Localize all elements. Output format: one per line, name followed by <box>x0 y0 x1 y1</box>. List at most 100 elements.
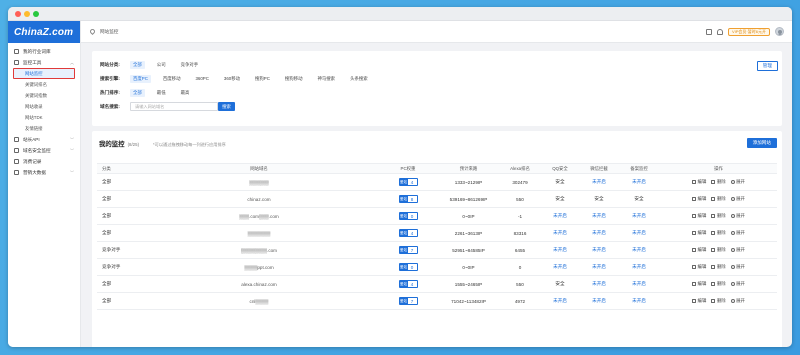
close-window-button[interactable] <box>15 11 21 17</box>
cell-domain[interactable]: alexa.chinaz.com <box>139 282 379 287</box>
filter-option[interactable]: 最低 <box>154 89 169 97</box>
filter-option[interactable]: 公司 <box>154 61 169 69</box>
delete-button[interactable]: 删除 <box>711 264 726 270</box>
avatar[interactable] <box>775 27 784 36</box>
filter-option[interactable]: 搜狗PC <box>252 75 273 83</box>
sidebar-item-industry-lexicon[interactable]: 我的行业词库 <box>8 46 80 57</box>
sidebar-item-api[interactable]: 站长API ﹀ <box>8 134 80 145</box>
filter-option[interactable]: 360移动 <box>221 75 243 83</box>
cell-qq-security[interactable]: 未开启 <box>540 247 580 253</box>
sidebar-subitem-site-index[interactable]: 网站收录 <box>8 101 80 112</box>
cell-wechat-block[interactable]: 未开启 <box>580 281 618 287</box>
filter-option[interactable]: 最高 <box>178 89 193 97</box>
pc-weight-badge[interactable]: 爱站 4 <box>398 229 418 237</box>
filter-option[interactable]: 头条搜索 <box>347 75 371 83</box>
sidebar-subitem-keyword-rank[interactable]: 关键词排名 <box>8 79 80 90</box>
pc-weight-badge[interactable]: 爱站 0 <box>398 263 418 271</box>
cell-domain[interactable]: ▒▒▒.com▒▒▒.com <box>139 214 379 219</box>
delete-button[interactable]: 删除 <box>711 247 726 253</box>
cell-beian-monitor[interactable]: 未开启 <box>618 281 660 287</box>
domain-search-input[interactable]: 请输入网站域名 <box>130 102 218 111</box>
sidebar-item-domain-security[interactable]: 域名安全监控 ﹀ <box>8 145 80 156</box>
delete-button[interactable]: 删除 <box>711 281 726 287</box>
filter-option[interactable]: 竞争对手 <box>178 61 202 69</box>
filter-option[interactable]: 搜狗移动 <box>282 75 306 83</box>
minimize-window-button[interactable] <box>24 11 30 17</box>
edit-button[interactable]: 编辑 <box>692 264 706 270</box>
logo[interactable]: ChinaZ.com <box>8 21 80 43</box>
edit-button[interactable]: 编辑 <box>692 196 706 202</box>
cell-qq-security[interactable]: 未开启 <box>540 298 580 304</box>
pc-weight-badge[interactable]: 爱站 4 <box>398 178 418 186</box>
edit-button[interactable]: 编辑 <box>692 247 706 253</box>
cell-beian-monitor[interactable]: 未开启 <box>618 230 660 236</box>
cell-wechat-block[interactable]: 未开启 <box>580 179 618 185</box>
cell-beian-monitor[interactable]: 未开启 <box>618 213 660 219</box>
edit-button[interactable]: 编辑 <box>692 298 706 304</box>
edit-button[interactable]: 编辑 <box>692 179 706 185</box>
cell-wechat-block[interactable]: 未开启 <box>580 264 618 270</box>
pc-weight-badge[interactable]: 爱站 7 <box>398 297 418 305</box>
cell-domain[interactable]: ▒▒▒▒▒▒ <box>139 180 379 185</box>
sidebar-subitem-site-monitor[interactable]: 网站监控 <box>13 68 75 79</box>
filter-option[interactable]: 百度移动 <box>160 75 184 83</box>
pc-weight-badge[interactable]: 爱站 0 <box>398 212 418 220</box>
search-button[interactable]: 搜索 <box>218 102 235 111</box>
pc-weight-badge[interactable]: 爱站 8 <box>398 195 418 203</box>
cell-wechat-block[interactable]: 未开启 <box>580 247 618 253</box>
filter-option[interactable]: 全部 <box>130 60 145 69</box>
cell-domain[interactable]: ▒▒▒▒▒▒▒▒.com <box>139 248 379 253</box>
expand-button[interactable]: 展开 <box>730 230 745 236</box>
filter-option[interactable]: 全部 <box>130 88 145 97</box>
message-icon[interactable] <box>705 28 712 35</box>
expand-button[interactable]: 展开 <box>730 179 745 185</box>
cell-wechat-block[interactable]: 未开启 <box>580 213 618 219</box>
sidebar-subitem-friend-links[interactable]: 友情链接 <box>8 123 80 134</box>
cell-beian-monitor[interactable]: 未开启 <box>618 264 660 270</box>
edit-button[interactable]: 编辑 <box>692 213 706 219</box>
expand-button[interactable]: 展开 <box>730 213 745 219</box>
expand-button[interactable]: 展开 <box>730 196 745 202</box>
delete-button[interactable]: 删除 <box>711 230 726 236</box>
cell-domain[interactable]: ▒▒▒▒▒▒▒ <box>139 231 379 236</box>
cell-beian-monitor[interactable]: 未开启 <box>618 298 660 304</box>
column-header[interactable]: PC权重 <box>379 166 437 172</box>
column-header[interactable]: Alexa排名 <box>500 166 540 172</box>
expand-button[interactable]: 展开 <box>730 281 745 287</box>
delete-button[interactable]: 删除 <box>711 196 726 202</box>
delete-button[interactable]: 删除 <box>711 298 726 304</box>
sidebar-item-marketing-data[interactable]: 营销大数据 ﹀ <box>8 167 80 178</box>
cell-wechat-block[interactable]: 未开启 <box>580 298 618 304</box>
cell-qq-security[interactable]: 未开启 <box>540 213 580 219</box>
sidebar-item-monitor-tools[interactable]: 监控工具 ︿ <box>8 57 80 68</box>
expand-button[interactable]: 展开 <box>730 298 745 304</box>
pc-weight-badge[interactable]: 爱站 4 <box>398 280 418 288</box>
manage-button[interactable]: 管理 <box>756 61 778 71</box>
filter-option[interactable]: 360PC <box>192 75 211 82</box>
pc-weight-badge[interactable]: 爱站 7 <box>398 246 418 254</box>
cell-beian-monitor[interactable]: 未开启 <box>618 179 660 185</box>
cell-qq-security[interactable]: 未开启 <box>540 230 580 236</box>
filter-option[interactable]: 神马搜索 <box>314 75 338 83</box>
column-header[interactable]: 预计来路 <box>437 166 500 172</box>
sidebar-subitem-site-tdk[interactable]: 网站TDK <box>8 112 80 123</box>
vip-badge[interactable]: VIP会员·暂时6元开 <box>727 27 770 36</box>
edit-button[interactable]: 编辑 <box>692 281 706 287</box>
bell-icon[interactable] <box>716 28 723 35</box>
maximize-window-button[interactable] <box>33 11 39 17</box>
filter-option[interactable]: 百度PC <box>130 74 151 83</box>
cell-domain[interactable]: ▒▒▒▒ppt.com <box>139 265 379 270</box>
cell-wechat-block[interactable]: 未开启 <box>580 230 618 236</box>
sidebar-subitem-keyword-index[interactable]: 关键词指数 <box>8 90 80 101</box>
cell-domain[interactable]: cnl▒▒▒▒ <box>139 299 379 304</box>
edit-button[interactable]: 编辑 <box>692 230 706 236</box>
cell-beian-monitor[interactable]: 未开启 <box>618 247 660 253</box>
cell-domain[interactable]: chinaz.com <box>139 197 379 202</box>
delete-button[interactable]: 删除 <box>711 213 726 219</box>
cell-qq-security[interactable]: 未开启 <box>540 264 580 270</box>
delete-button[interactable]: 删除 <box>711 179 726 185</box>
expand-button[interactable]: 展开 <box>730 264 745 270</box>
expand-button[interactable]: 展开 <box>730 247 745 253</box>
sidebar-item-billing[interactable]: 消费记录 <box>8 156 80 167</box>
add-site-button[interactable]: 添加网站 <box>746 138 777 148</box>
